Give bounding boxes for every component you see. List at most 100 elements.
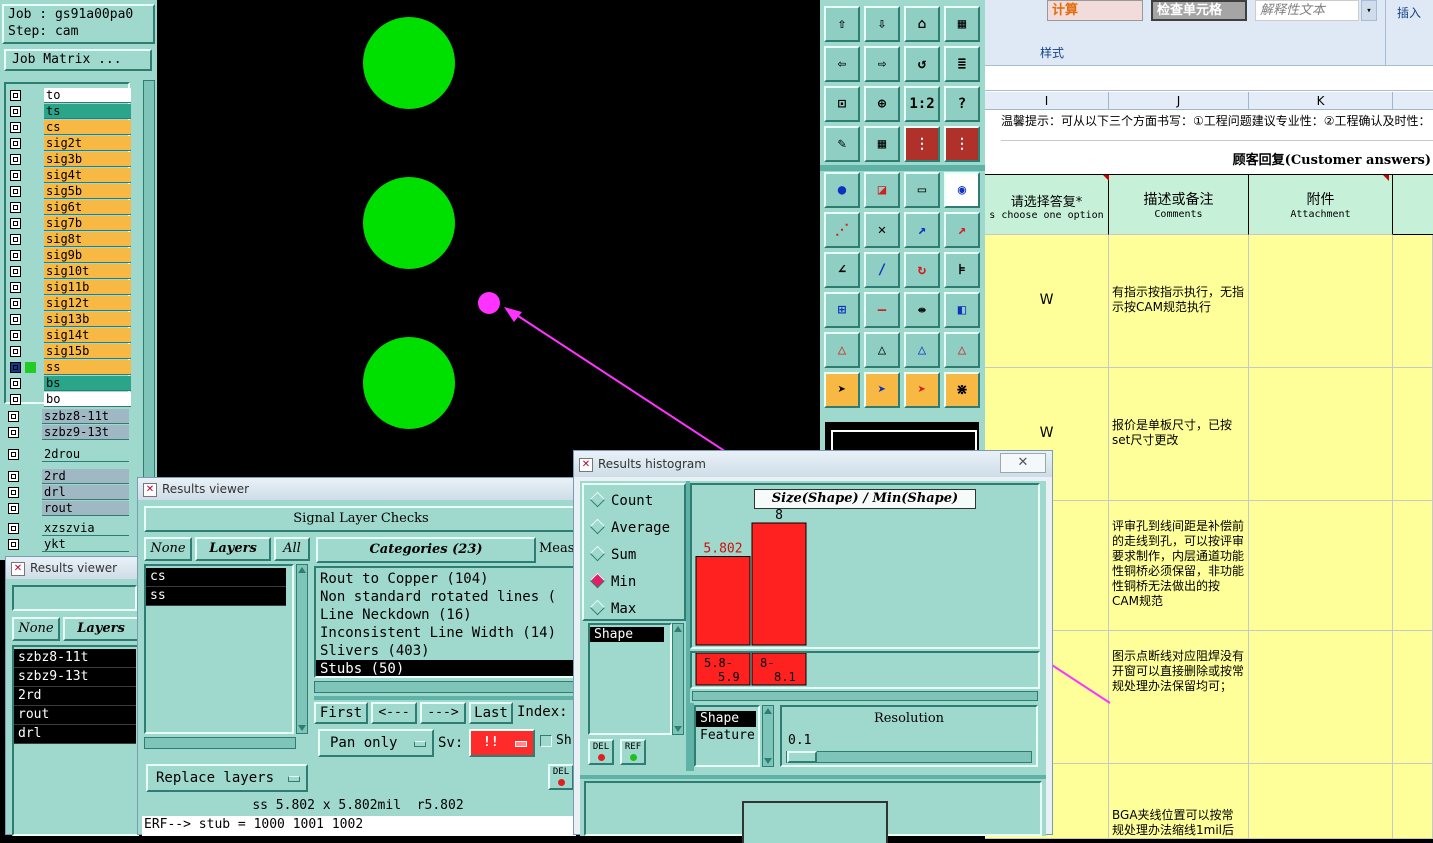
layer-row[interactable]: 2drou bbox=[4, 447, 129, 462]
layer-checkbox[interactable] bbox=[8, 539, 19, 550]
layer-name[interactable]: sig6t bbox=[44, 200, 131, 215]
stub-highlight[interactable] bbox=[478, 292, 500, 314]
layer-row[interactable]: sig5b bbox=[6, 184, 131, 199]
list-item[interactable]: Feature bbox=[696, 727, 758, 745]
layer-name[interactable]: sig8t bbox=[44, 232, 131, 247]
list-item[interactable]: Rout to Copper (104) bbox=[316, 570, 576, 588]
circle-icon[interactable]: ◉ bbox=[944, 172, 980, 208]
layer-checkbox[interactable] bbox=[10, 234, 21, 245]
layer-name[interactable]: 2rd bbox=[42, 469, 129, 484]
layer-checkbox[interactable] bbox=[10, 282, 21, 293]
resolution-slider[interactable] bbox=[786, 751, 1032, 763]
pad-circle[interactable] bbox=[363, 337, 455, 429]
angle-icon[interactable]: ∠ bbox=[824, 252, 860, 288]
connect-icon[interactable]: ⋰ bbox=[824, 212, 860, 248]
list-item[interactable]: drl bbox=[14, 725, 136, 744]
layer-name[interactable]: sig13b bbox=[44, 312, 131, 327]
layer-row[interactable]: ykt bbox=[4, 537, 129, 552]
pad-circle[interactable] bbox=[363, 177, 455, 269]
layer-row[interactable]: sig2t bbox=[6, 136, 131, 151]
attribute-scrollbar[interactable] bbox=[762, 705, 774, 767]
sh-checkbox[interactable] bbox=[540, 735, 552, 747]
select-icon[interactable]: ➤ bbox=[904, 372, 940, 408]
pan-down-icon[interactable]: ⇩ bbox=[864, 6, 900, 42]
layer-checkbox[interactable] bbox=[10, 378, 21, 389]
layer-checkbox[interactable] bbox=[10, 106, 21, 117]
extra-cell[interactable] bbox=[1393, 631, 1433, 764]
zoom-fit-icon[interactable]: ⊡ bbox=[824, 86, 860, 122]
layer-checkbox[interactable] bbox=[8, 427, 19, 438]
attachment-cell[interactable] bbox=[1249, 368, 1393, 501]
prev-button[interactable]: <--- bbox=[371, 702, 417, 724]
layer-row[interactable]: drl bbox=[4, 485, 129, 500]
layer-checkbox[interactable] bbox=[8, 487, 19, 498]
layer-checkbox[interactable] bbox=[10, 186, 21, 197]
layer-checkbox[interactable] bbox=[10, 362, 36, 373]
insert-button[interactable]: 插入 bbox=[1397, 4, 1421, 21]
shape-list[interactable]: Shape bbox=[588, 623, 672, 735]
layer-row[interactable]: ss bbox=[6, 360, 131, 375]
help-icon[interactable]: ? bbox=[944, 86, 980, 122]
list-item[interactable]: cs bbox=[146, 568, 286, 587]
pan-right-icon[interactable]: ⇨ bbox=[864, 46, 900, 82]
titlebar[interactable]: ✕ Results histogram ✕ bbox=[574, 451, 1052, 477]
style-explanatory[interactable]: 解释性文本 bbox=[1255, 0, 1359, 21]
select-icon[interactable]: ➤ bbox=[864, 372, 900, 408]
radio-icon[interactable] bbox=[589, 572, 606, 589]
stat-option[interactable]: Min bbox=[589, 572, 636, 592]
layer-list-hscroll[interactable] bbox=[144, 737, 296, 749]
pan-up-icon[interactable]: ⇧ bbox=[824, 6, 860, 42]
slider-thumb[interactable] bbox=[787, 751, 817, 763]
chart-hscroll[interactable] bbox=[692, 691, 1038, 701]
replace-layers-select[interactable]: Replace layers bbox=[146, 764, 308, 792]
layer-name[interactable]: ykt bbox=[42, 537, 129, 552]
radio-icon[interactable] bbox=[589, 518, 606, 535]
severity-select[interactable]: !! bbox=[469, 729, 535, 757]
layer-row[interactable]: sig9b bbox=[6, 248, 131, 263]
comment-cell[interactable]: 报价是单板尺寸，已按set尺寸更改 bbox=[1109, 368, 1249, 501]
extra-cell[interactable] bbox=[1393, 368, 1433, 501]
layer-checkbox[interactable] bbox=[8, 503, 19, 514]
category-list[interactable]: Rout to Copper (104) Non standard rotated… bbox=[314, 566, 578, 678]
layer-row[interactable]: sig15b bbox=[6, 344, 131, 359]
shape-list-scrollbar[interactable] bbox=[672, 623, 684, 735]
layer-name[interactable]: rout bbox=[42, 501, 129, 516]
layer-name[interactable]: sig3b bbox=[44, 152, 131, 167]
layer-checkbox[interactable] bbox=[10, 298, 21, 309]
style-calc[interactable]: 计算 bbox=[1047, 0, 1143, 21]
layer-row[interactable]: sig13b bbox=[6, 312, 131, 327]
list-item[interactable]: szbz9-13t bbox=[14, 668, 136, 687]
attachment-cell[interactable] bbox=[1249, 631, 1393, 764]
list-item[interactable]: Stubs (50) bbox=[316, 660, 576, 676]
layer-red-icon[interactable]: ⋮ bbox=[904, 126, 940, 162]
layer-name[interactable]: ss bbox=[44, 360, 131, 375]
layer-checkbox[interactable] bbox=[10, 202, 21, 213]
snap-grid-icon[interactable]: ▦ bbox=[864, 126, 900, 162]
stat-option[interactable]: Sum bbox=[589, 545, 636, 565]
copy-icon[interactable]: ↗ bbox=[944, 212, 980, 248]
layer-checkbox[interactable] bbox=[10, 250, 21, 261]
layer-checkbox[interactable] bbox=[10, 90, 21, 101]
pan-left-icon[interactable]: ⇦ bbox=[824, 46, 860, 82]
extra-cell[interactable] bbox=[1393, 235, 1433, 368]
layer-row[interactable]: sig10t bbox=[6, 264, 131, 279]
layer-row[interactable]: sig8t bbox=[6, 232, 131, 247]
list-item[interactable]: ss bbox=[146, 587, 286, 606]
arc-icon[interactable]: △ bbox=[904, 332, 940, 368]
select-icon[interactable]: ➤ bbox=[824, 372, 860, 408]
zoom-center-icon[interactable]: ⊕ bbox=[864, 86, 900, 122]
shape-icon[interactable]: ◧ bbox=[944, 292, 980, 328]
layer-row[interactable]: bo bbox=[6, 392, 131, 407]
layer-checkbox[interactable] bbox=[10, 330, 21, 341]
stat-option[interactable]: Count bbox=[589, 491, 653, 511]
layer-name[interactable]: sig5b bbox=[44, 184, 131, 199]
style-check-cell[interactable]: 检查单元格 bbox=[1151, 0, 1247, 21]
categories-button[interactable]: Categories (23) bbox=[316, 537, 536, 563]
comment-cell[interactable]: BGA夹线位置可以按常规处理办法缩线1mil后再按 bbox=[1109, 764, 1249, 839]
scroll-up-icon[interactable] bbox=[674, 626, 682, 632]
ruler-icon[interactable]: ▭ bbox=[904, 172, 940, 208]
scroll-up-icon[interactable] bbox=[764, 708, 772, 714]
edit-icon[interactable]: ✎ bbox=[824, 126, 860, 162]
layer-checkbox[interactable] bbox=[8, 449, 19, 460]
layer-checkbox[interactable] bbox=[10, 122, 21, 133]
